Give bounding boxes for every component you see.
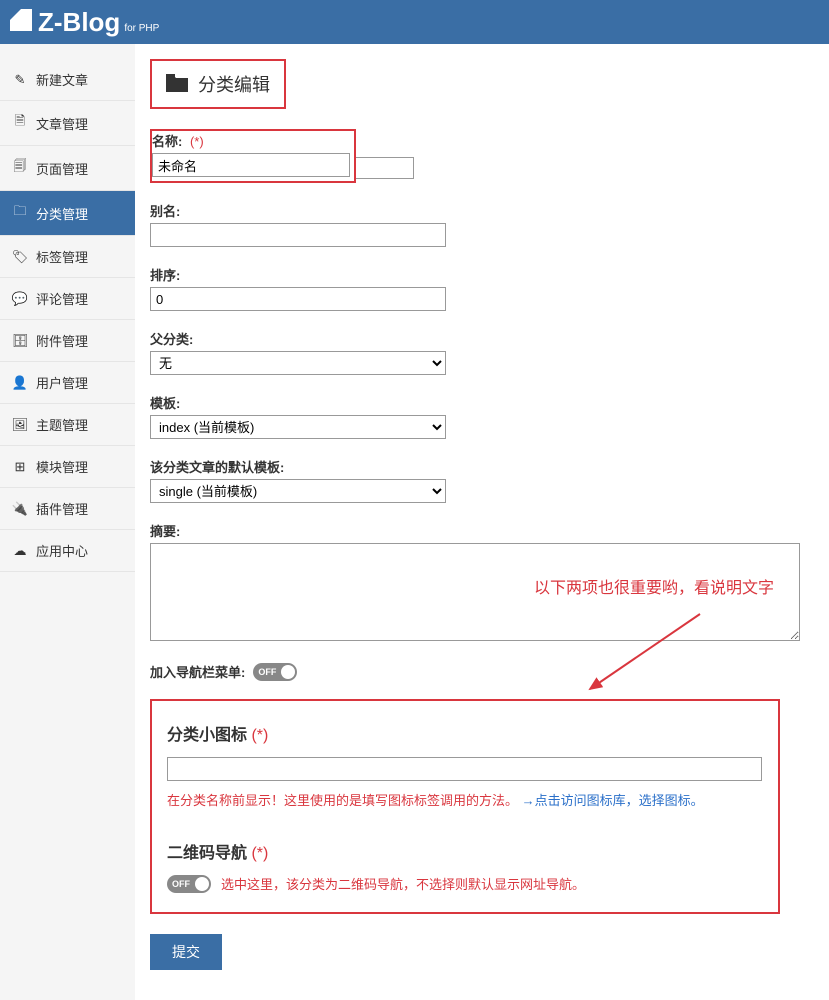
sidebar-item-1[interactable]: 🗎 文章管理 <box>0 101 135 146</box>
sidebar-label-2: 页面管理 <box>36 159 88 178</box>
sidebar-icon-1: 🗎 <box>12 112 28 134</box>
sidebar-icon-11: ☁ <box>12 543 28 559</box>
sidebar-label-10: 插件管理 <box>36 499 88 518</box>
sidebar-item-2[interactable]: 🗐 页面管理 <box>0 146 135 191</box>
nav-menu-label: 加入导航栏菜单: <box>150 662 245 681</box>
sidebar-item-3[interactable]: 🗀 分类管理 <box>0 191 135 236</box>
nav-menu-toggle[interactable]: OFF <box>253 663 297 681</box>
summary-label: 摘要: <box>150 521 804 540</box>
sidebar-label-11: 应用中心 <box>36 541 88 560</box>
article-template-select[interactable]: single (当前模板) <box>150 479 446 503</box>
sidebar-icon-10: 🔌 <box>12 501 28 517</box>
template-label: 模板: <box>150 393 804 412</box>
name-input-ext[interactable] <box>354 157 414 179</box>
sidebar-icon-3: 🗀 <box>12 202 28 224</box>
sidebar-icon-2: 🗐 <box>12 157 28 179</box>
qr-toggle[interactable]: OFF <box>167 875 211 893</box>
qr-section-title: 二维码导航 (*) <box>167 839 763 863</box>
alias-input[interactable] <box>150 223 446 247</box>
sidebar-icon-7: 👤 <box>12 375 28 391</box>
parent-label: 父分类: <box>150 329 804 348</box>
highlight-box: 分类小图标 (*) 在分类名称前显示！这里使用的是填写图标标签调用的方法。 →点… <box>150 699 780 914</box>
nav-menu-row: 加入导航栏菜单: OFF <box>150 662 804 681</box>
sidebar-label-4: 标签管理 <box>36 247 88 266</box>
order-input[interactable] <box>150 287 446 311</box>
name-highlight-box: 名称: (*) <box>150 129 356 183</box>
main-content: 分类编辑 名称: (*) 别名: 排序: 父分类: 无 <box>135 44 829 1000</box>
alias-label: 别名: <box>150 201 804 220</box>
order-label: 排序: <box>150 265 804 284</box>
annotation-text: 以下两项也很重要哟，看说明文字 <box>534 577 794 601</box>
qr-section: 二维码导航 (*) OFF 选中这里，该分类为二维码导航，不选择则默认显示网址导… <box>167 839 763 895</box>
sidebar-item-10[interactable]: 🔌 插件管理 <box>0 488 135 530</box>
sidebar-label-6: 附件管理 <box>36 331 88 350</box>
article-template-label: 该分类文章的默认模板: <box>150 457 804 476</box>
sidebar-label-0: 新建文章 <box>36 70 88 89</box>
folder-icon <box>166 74 188 95</box>
sidebar-item-6[interactable]: 🗄 附件管理 <box>0 320 135 362</box>
alias-group: 别名: <box>150 201 804 247</box>
sidebar-icon-9: ⊞ <box>12 459 28 475</box>
order-group: 排序: <box>150 265 804 311</box>
sidebar-icon-5: 💬 <box>12 291 28 307</box>
parent-select[interactable]: 无 <box>150 351 446 375</box>
sidebar-icon-0: ✎ <box>12 72 28 88</box>
sidebar-label-8: 主题管理 <box>36 415 88 434</box>
icon-section-title: 分类小图标 (*) <box>167 721 763 745</box>
logo: Z-Blog for PHP <box>10 7 159 38</box>
name-group: 名称: (*) <box>150 129 804 183</box>
sidebar-icon-4: 🏷 <box>12 249 28 265</box>
icon-help-text: 在分类名称前显示！这里使用的是填写图标标签调用的方法。 →点击访问图标库，选择图… <box>167 791 763 811</box>
sidebar-icon-8: 🖼 <box>12 417 28 433</box>
article-template-group: 该分类文章的默认模板: single (当前模板) <box>150 457 804 503</box>
sidebar-item-4[interactable]: 🏷 标签管理 <box>0 236 135 278</box>
sidebar-item-9[interactable]: ⊞ 模块管理 <box>0 446 135 488</box>
sidebar-label-7: 用户管理 <box>36 373 88 392</box>
sidebar-item-5[interactable]: 💬 评论管理 <box>0 278 135 320</box>
header: Z-Blog for PHP <box>0 0 829 44</box>
sidebar-label-9: 模块管理 <box>36 457 88 476</box>
icon-section: 分类小图标 (*) 在分类名称前显示！这里使用的是填写图标标签调用的方法。 →点… <box>167 721 763 811</box>
icon-input[interactable] <box>167 757 762 781</box>
page-title: 分类编辑 <box>198 71 270 97</box>
logo-icon <box>10 9 32 31</box>
sidebar-item-0[interactable]: ✎ 新建文章 <box>0 59 135 101</box>
sidebar: ✎ 新建文章 🗎 文章管理 🗐 页面管理 🗀 分类管理 🏷 标签管理 💬 评论管理 🗄 附件管理 👤 用户管理… <box>0 44 135 1000</box>
template-group: 模板: index (当前模板) <box>150 393 804 439</box>
parent-group: 父分类: 无 <box>150 329 804 375</box>
qr-row: OFF 选中这里，该分类为二维码导航，不选择则默认显示网址导航。 <box>167 875 763 895</box>
submit-button[interactable]: 提交 <box>150 934 222 970</box>
sidebar-label-5: 评论管理 <box>36 289 88 308</box>
icon-library-link[interactable]: →点击访问图标库，选择图标。 <box>522 793 704 808</box>
sidebar-label-3: 分类管理 <box>36 204 88 223</box>
name-input[interactable] <box>152 153 350 177</box>
sidebar-icon-6: 🗄 <box>12 333 28 349</box>
template-select[interactable]: index (当前模板) <box>150 415 446 439</box>
sidebar-item-7[interactable]: 👤 用户管理 <box>0 362 135 404</box>
name-label: 名称: (*) <box>152 131 350 150</box>
qr-help-text: 选中这里，该分类为二维码导航，不选择则默认显示网址导航。 <box>221 875 585 895</box>
logo-text: Z-Blog <box>38 7 120 38</box>
page-title-box: 分类编辑 <box>150 59 286 109</box>
sidebar-item-11[interactable]: ☁ 应用中心 <box>0 530 135 572</box>
sidebar-item-8[interactable]: 🖼 主题管理 <box>0 404 135 446</box>
logo-sub: for PHP <box>124 23 159 34</box>
sidebar-label-1: 文章管理 <box>36 114 88 133</box>
